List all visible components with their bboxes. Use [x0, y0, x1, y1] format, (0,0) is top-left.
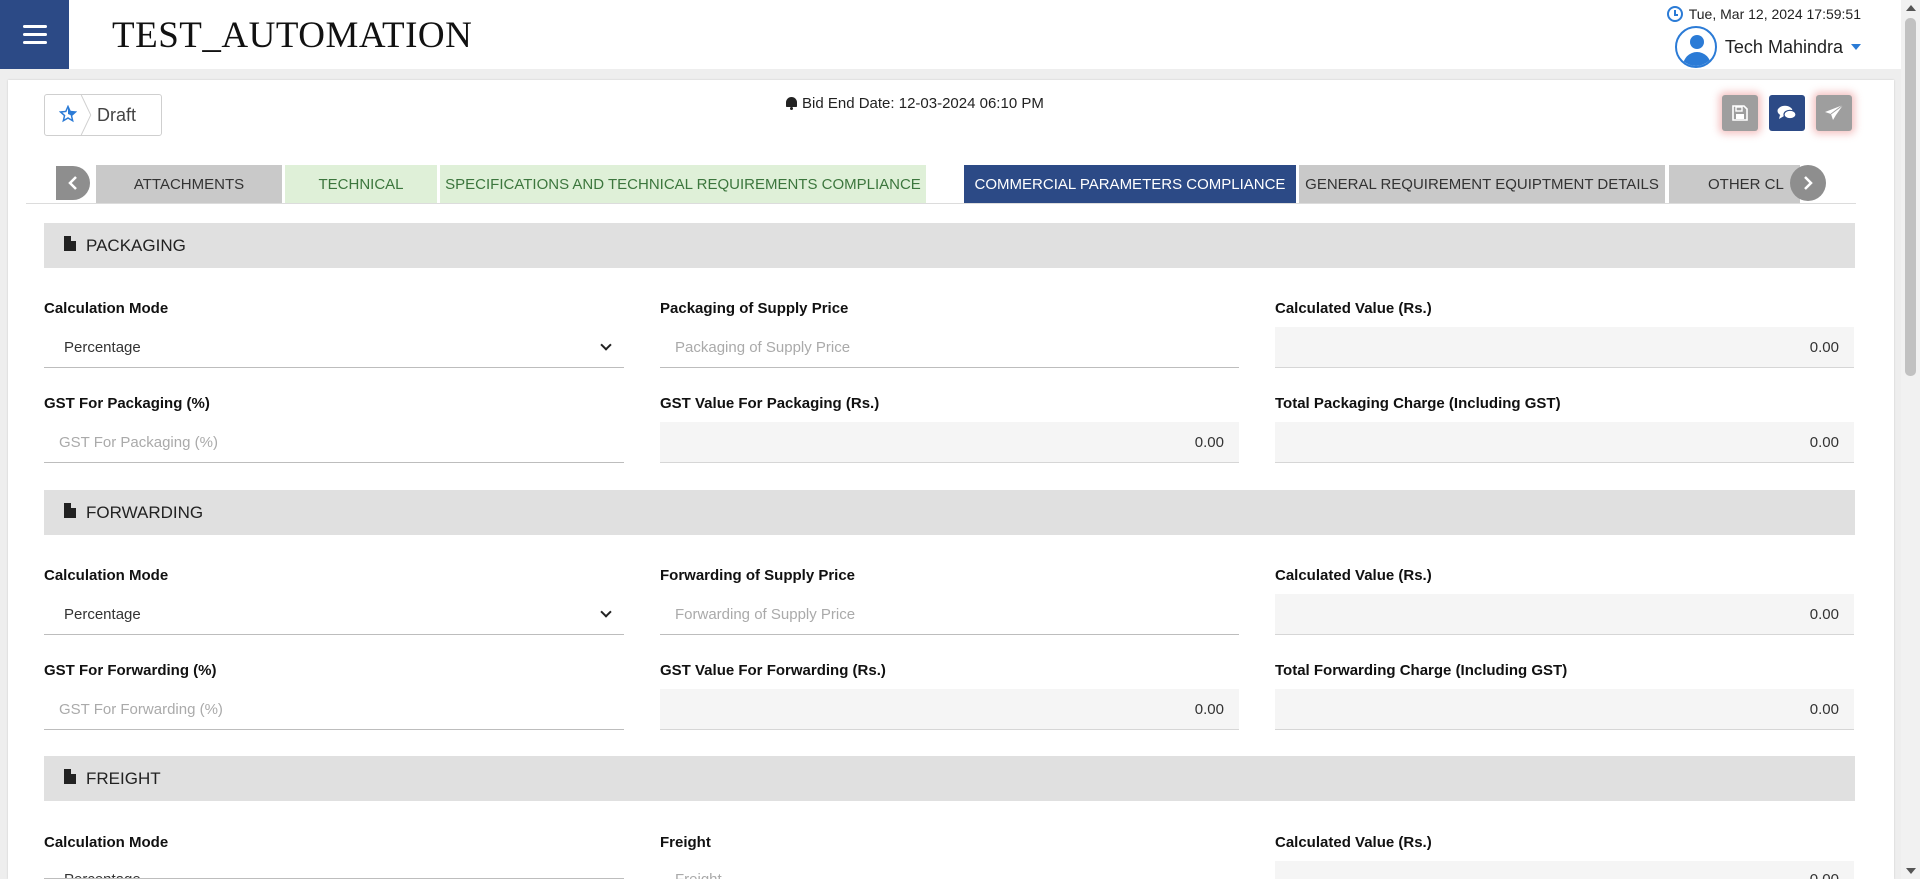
packaging-calc-value-field: 0.00	[1275, 327, 1854, 368]
packaging-gst-label: GST For Packaging (%)	[44, 395, 210, 412]
floppy-disk-icon	[1732, 105, 1748, 121]
hamburger-menu-button[interactable]	[0, 0, 69, 69]
top-header: TEST_AUTOMATION Tue, Mar 12, 2024 17:59:…	[0, 0, 1901, 69]
tab-general-requirement-equipment-details[interactable]: GENERAL REQUIREMENT EQUIPTMENT DETAILS	[1299, 165, 1665, 203]
bid-end-date: Bid End Date: 12-03-2024 06:10 PM	[786, 95, 1044, 112]
packaging-supply-price-input[interactable]: Packaging of Supply Price	[660, 327, 1239, 368]
forwarding-gst-value-field: 0.00	[660, 689, 1239, 730]
page-scrollbar[interactable]	[1901, 0, 1920, 879]
file-icon	[64, 236, 76, 251]
freight-supply-price-placeholder: Freight	[675, 871, 722, 879]
packaging-total-label: Total Packaging Charge (Including GST)	[1275, 395, 1561, 412]
app-title: TEST_AUTOMATION	[112, 15, 473, 56]
section-title: FREIGHT	[86, 768, 161, 788]
tab-technical[interactable]: TECHNICAL	[285, 165, 437, 203]
forwarding-gst-input[interactable]: GST For Forwarding (%)	[44, 689, 624, 730]
file-icon	[64, 769, 76, 784]
freight-supply-price-input[interactable]: Freight	[660, 861, 1239, 879]
user-menu[interactable]: Tech Mahindra	[1674, 26, 1861, 68]
forwarding-gst-label: GST For Forwarding (%)	[44, 662, 217, 679]
status-label: Draft	[97, 104, 137, 125]
chevron-right-icon	[1804, 176, 1813, 190]
freight-calc-value-label: Calculated Value (Rs.)	[1275, 834, 1432, 851]
section-header-freight: FREIGHT	[44, 756, 1855, 801]
freight-supply-price-label: Freight	[660, 834, 711, 851]
bell-icon	[786, 97, 797, 110]
scroll-up-icon[interactable]	[1906, 5, 1916, 11]
chevron-down-icon	[600, 339, 612, 351]
chat-button[interactable]	[1769, 95, 1805, 131]
forwarding-supply-price-placeholder: Forwarding of Supply Price	[675, 605, 856, 623]
chevron-left-icon	[68, 176, 77, 190]
packaging-gst-value-field: 0.00	[660, 422, 1239, 463]
tab-other[interactable]: OTHER CL	[1669, 165, 1800, 203]
forwarding-supply-price-input[interactable]: Forwarding of Supply Price	[660, 594, 1239, 635]
user-name: Tech Mahindra	[1724, 36, 1843, 57]
chevron-down-icon	[600, 606, 612, 618]
tab-specifications-compliance[interactable]: SPECIFICATIONS AND TECHNICAL REQUIREMENT…	[440, 165, 926, 203]
hamburger-icon	[22, 25, 47, 44]
user-avatar-icon	[1674, 26, 1717, 68]
packaging-calc-mode-label: Calculation Mode	[44, 300, 169, 317]
chevron-down-icon	[600, 875, 612, 878]
favorite-button[interactable]	[45, 95, 92, 135]
file-icon	[64, 503, 76, 518]
section-title: PACKAGING	[86, 235, 186, 255]
section-header-packaging: PACKAGING	[44, 223, 1855, 268]
scroll-down-icon[interactable]	[1906, 868, 1916, 874]
packaging-gst-input[interactable]: GST For Packaging (%)	[44, 422, 624, 463]
tabs-divider	[26, 203, 1856, 204]
packaging-gst-value-label: GST Value For Packaging (Rs.)	[660, 395, 880, 412]
forwarding-calc-mode-select[interactable]: Percentage	[44, 594, 624, 635]
tab-commercial-parameters-compliance[interactable]: COMMERCIAL PARAMETERS COMPLIANCE	[964, 165, 1296, 203]
section-title: FORWARDING	[86, 502, 204, 522]
packaging-calc-mode-select[interactable]: Percentage	[44, 327, 624, 368]
freight-calc-mode-value: Percentage	[64, 871, 141, 878]
forwarding-calc-value-label: Calculated Value (Rs.)	[1275, 567, 1432, 584]
forwarding-supply-price-label: Forwarding of Supply Price	[660, 567, 856, 584]
packaging-calc-mode-value: Percentage	[64, 338, 141, 356]
packaging-calc-value-label: Calculated Value (Rs.)	[1275, 300, 1432, 317]
datetime-display: Tue, Mar 12, 2024 17:59:51	[1666, 6, 1861, 22]
forwarding-gst-placeholder: GST For Forwarding (%)	[59, 700, 223, 718]
tab-attachments[interactable]: ATTACHMENTS	[96, 165, 282, 203]
tabs-row: ATTACHMENTS TECHNICAL SPECIFICATIONS AND…	[66, 165, 1800, 203]
paper-plane-icon	[1825, 104, 1844, 120]
freight-calc-mode-label: Calculation Mode	[44, 834, 169, 851]
save-button[interactable]	[1722, 95, 1758, 131]
caret-down-icon	[1851, 44, 1861, 50]
section-header-forwarding: FORWARDING	[44, 490, 1855, 535]
star-icon	[58, 104, 78, 126]
forwarding-gst-value-label: GST Value For Forwarding (Rs.)	[660, 662, 886, 679]
forwarding-total-label: Total Forwarding Charge (Including GST)	[1275, 662, 1568, 679]
datetime-text: Tue, Mar 12, 2024 17:59:51	[1688, 6, 1861, 22]
packaging-supply-price-label: Packaging of Supply Price	[660, 300, 849, 317]
status-breadcrumb: Draft	[44, 94, 162, 136]
bid-end-date-text: Bid End Date: 12-03-2024 06:10 PM	[802, 95, 1044, 112]
tabs-scroll-right-button[interactable]	[1790, 165, 1826, 201]
packaging-gst-placeholder: GST For Packaging (%)	[59, 433, 218, 451]
tabs-scroll-left-button[interactable]	[56, 166, 90, 200]
freight-calc-mode-select[interactable]: Percentage	[44, 861, 624, 879]
freight-calc-value-field: 0.00	[1275, 861, 1854, 879]
packaging-total-field: 0.00	[1275, 422, 1854, 463]
forwarding-calc-mode-value: Percentage	[64, 605, 141, 623]
forwarding-calc-value-field: 0.00	[1275, 594, 1854, 635]
clock-icon	[1666, 6, 1683, 22]
forwarding-total-field: 0.00	[1275, 689, 1854, 730]
packaging-supply-price-placeholder: Packaging of Supply Price	[675, 338, 851, 356]
scroll-thumb[interactable]	[1905, 18, 1916, 376]
chat-bubbles-icon	[1777, 105, 1797, 120]
chevron-separator-icon	[80, 95, 92, 135]
submit-button[interactable]	[1816, 95, 1852, 131]
forwarding-calc-mode-label: Calculation Mode	[44, 567, 169, 584]
